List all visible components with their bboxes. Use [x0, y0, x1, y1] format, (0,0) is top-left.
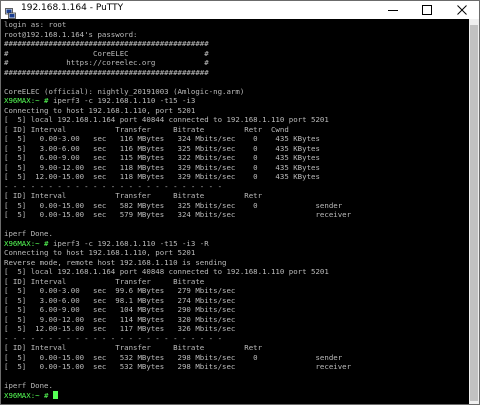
output-text: - - - - - - - - - - - - - - - - - - - - … — [4, 333, 223, 343]
shell-prompt: X96MAX:~ # — [4, 238, 49, 248]
shell-prompt: X96MAX:~ # — [4, 96, 49, 105]
terminal-line: [ 5] local 192.168.1.164 port 40848 conn… — [4, 267, 351, 277]
terminal-line: [ 5] 12.00-15.00 sec 117 MBytes 326 Mbit… — [4, 324, 351, 334]
output-text: CoreELEC (official): nightly_20191003 (A… — [4, 86, 245, 96]
window-title: 192.168.1.164 - PuTTY — [21, 3, 124, 13]
terminal-line: [ 5] 0.00-15.00 sec 579 MBytes 324 Mbits… — [4, 210, 351, 220]
terminal-line: [ 5] 3.00-6.00 sec 98.1 MBytes 274 Mbits… — [4, 296, 351, 306]
terminal-line: [ 5] 12.00-15.00 sec 118 MBytes 329 Mbit… — [4, 172, 351, 182]
output-text: [ 5] 0.00-15.00 sec 579 MBytes 324 Mbits… — [4, 210, 352, 219]
output-text: [ 5] 0.00-15.00 sec 532 MBytes 298 Mbits… — [4, 362, 352, 371]
output-text: [ 5] local 192.168.1.164 port 40848 conn… — [4, 267, 329, 276]
terminal-prompt-line: X96MAX:~ # iperf3 -c 192.168.1.110 -t15 … — [4, 239, 351, 249]
output-text: [ ID] Interval Transfer Bitrate Retr — [4, 191, 263, 200]
terminal-line: Connecting to host 192.168.1.110, port 5… — [4, 248, 351, 258]
output-text: [ 5] 0.00-15.00 sec 582 MBytes 325 Mbits… — [4, 200, 343, 210]
command-text: iperf3 -c 192.168.1.110 -t15 -i3 -R — [48, 238, 209, 248]
terminal-line: [ 5] 9.00-12.00 sec 114 MBytes 320 Mbits… — [4, 315, 351, 325]
terminal-lines: login as: root root@192.168.1.164's passw… — [4, 20, 351, 400]
close-button[interactable] — [445, 1, 479, 19]
terminal-prompt-line: X96MAX:~ # iperf3 -c 192.168.1.110 -t15 … — [4, 96, 351, 106]
output-text: [ 5] 12.00-15.00 sec 118 MBytes 329 Mbit… — [4, 172, 320, 181]
terminal-line: login as: root — [4, 20, 351, 30]
terminal-cursor — [52, 390, 58, 399]
terminal-line: [ 5] 0.00-15.00 sec 582 MBytes 325 Mbits… — [4, 201, 351, 211]
terminal-line: root@192.168.1.164's password: — [4, 30, 351, 40]
output-text: [ 5] 9.00-12.00 sec 118 MBytes 329 Mbits… — [4, 162, 320, 172]
output-text: [ 5] 0.00-3.00 sec 116 MBytes 324 Mbits/… — [4, 134, 320, 143]
output-text: ########################################… — [4, 39, 209, 48]
minimize-icon — [388, 10, 398, 11]
terminal-line: [ 5] 0.00-3.00 sec 116 MBytes 324 Mbits/… — [4, 134, 351, 144]
output-text: iperf Done. — [4, 381, 53, 390]
output-text: [ 5] 6.00-9.00 sec 104 MBytes 290 Mbits/… — [4, 305, 236, 314]
terminal-line: [ 5] 6.00-9.00 sec 104 MBytes 290 Mbits/… — [4, 305, 351, 315]
terminal-line: [ ID] Interval Transfer Bitrate Retr — [4, 343, 351, 353]
terminal-line: [ 5] 3.00-6.00 sec 116 MBytes 325 Mbits/… — [4, 144, 351, 154]
output-text: [ 5] 3.00-6.00 sec 116 MBytes 325 Mbits/… — [4, 143, 320, 153]
terminal-line: - - - - - - - - - - - - - - - - - - - - … — [4, 182, 351, 192]
output-text: [ 5] local 192.168.1.164 port 40844 conn… — [4, 115, 329, 124]
output-text: iperf Done. — [4, 229, 53, 238]
maximize-button[interactable] — [410, 1, 444, 19]
title-bar[interactable]: 192.168.1.164 - PuTTY — [1, 1, 479, 19]
output-text: ########################################… — [4, 67, 209, 77]
output-text: Connecting to host 192.168.1.110, port 5… — [4, 105, 196, 115]
terminal-line: [ 5] 0.00-15.00 sec 532 MBytes 298 Mbits… — [4, 362, 351, 372]
terminal-line: - - - - - - - - - - - - - - - - - - - - … — [4, 334, 351, 344]
output-text: login as: root — [4, 20, 67, 29]
terminal-output[interactable]: login as: root root@192.168.1.164's passw… — [1, 19, 469, 404]
terminal-line: [ 5] 0.00-15.00 sec 532 MBytes 298 Mbits… — [4, 353, 351, 363]
output-text: - - - - - - - - - - - - - - - - - - - - … — [4, 181, 223, 191]
terminal-line: [ 5] local 192.168.1.164 port 40844 conn… — [4, 115, 351, 125]
output-text: # CoreELEC # — [4, 48, 209, 58]
output-text: [ ID] Interval Transfer Bitrate Retr Cwn… — [4, 124, 289, 134]
maximize-icon — [422, 5, 432, 15]
terminal-line: iperf Done. — [4, 381, 351, 391]
terminal-line: Reverse mode, remote host 192.168.1.110 … — [4, 258, 351, 268]
output-text: [ 5] 3.00-6.00 sec 98.1 MBytes 274 Mbits… — [4, 295, 236, 305]
minimize-button[interactable] — [376, 1, 410, 19]
terminal-line: ########################################… — [4, 68, 351, 78]
close-icon — [457, 5, 467, 15]
output-text: Reverse mode, remote host 192.168.1.110 … — [4, 257, 227, 267]
terminal-line: [ ID] Interval Transfer Bitrate Retr — [4, 191, 351, 201]
terminal-line: iperf Done. — [4, 229, 351, 239]
output-text: [ 5] 12.00-15.00 sec 117 MBytes 326 Mbit… — [4, 324, 236, 333]
putty-window: 192.168.1.164 - PuTTY login as: root root… — [0, 0, 480, 405]
output-text: # https://coreelec.org # — [4, 58, 209, 67]
output-text: [ 5] 0.00-3.00 sec 99.6 MBytes 279 Mbits… — [4, 286, 236, 295]
terminal-line: # CoreELEC # — [4, 49, 351, 59]
command-text: iperf3 -c 192.168.1.110 -t15 -i3 — [48, 96, 196, 105]
terminal-line: [ ID] Interval Transfer Bitrate — [4, 277, 351, 287]
output-text: root@192.168.1.164's password: — [4, 29, 138, 39]
output-text: [ ID] Interval Transfer Bitrate — [4, 276, 205, 286]
output-text: [ 5] 0.00-15.00 sec 532 MBytes 298 Mbits… — [4, 352, 343, 362]
terminal-line: CoreELEC (official): nightly_20191003 (A… — [4, 87, 351, 97]
output-text: [ 5] 6.00-9.00 sec 115 MBytes 322 Mbits/… — [4, 153, 320, 162]
scrollbar-thumb[interactable] — [470, 25, 478, 401]
vertical-scrollbar[interactable] — [469, 19, 479, 404]
output-text: [ 5] 9.00-12.00 sec 114 MBytes 320 Mbits… — [4, 314, 236, 324]
terminal-line: ########################################… — [4, 39, 351, 49]
terminal-line: Connecting to host 192.168.1.110, port 5… — [4, 106, 351, 116]
putty-icon[interactable] — [5, 4, 16, 19]
output-text: [ ID] Interval Transfer Bitrate Retr — [4, 343, 263, 352]
shell-prompt: X96MAX:~ # — [4, 390, 49, 400]
terminal-line: # https://coreelec.org # — [4, 58, 351, 68]
terminal-line: [ ID] Interval Transfer Bitrate Retr Cwn… — [4, 125, 351, 135]
terminal-line: [ 5] 0.00-3.00 sec 99.6 MBytes 279 Mbits… — [4, 286, 351, 296]
terminal-line: [ 5] 6.00-9.00 sec 115 MBytes 322 Mbits/… — [4, 153, 351, 163]
terminal-line: [ 5] 9.00-12.00 sec 118 MBytes 329 Mbits… — [4, 163, 351, 173]
terminal-prompt-line: X96MAX:~ # — [4, 390, 351, 401]
output-text: Connecting to host 192.168.1.110, port 5… — [4, 248, 196, 257]
